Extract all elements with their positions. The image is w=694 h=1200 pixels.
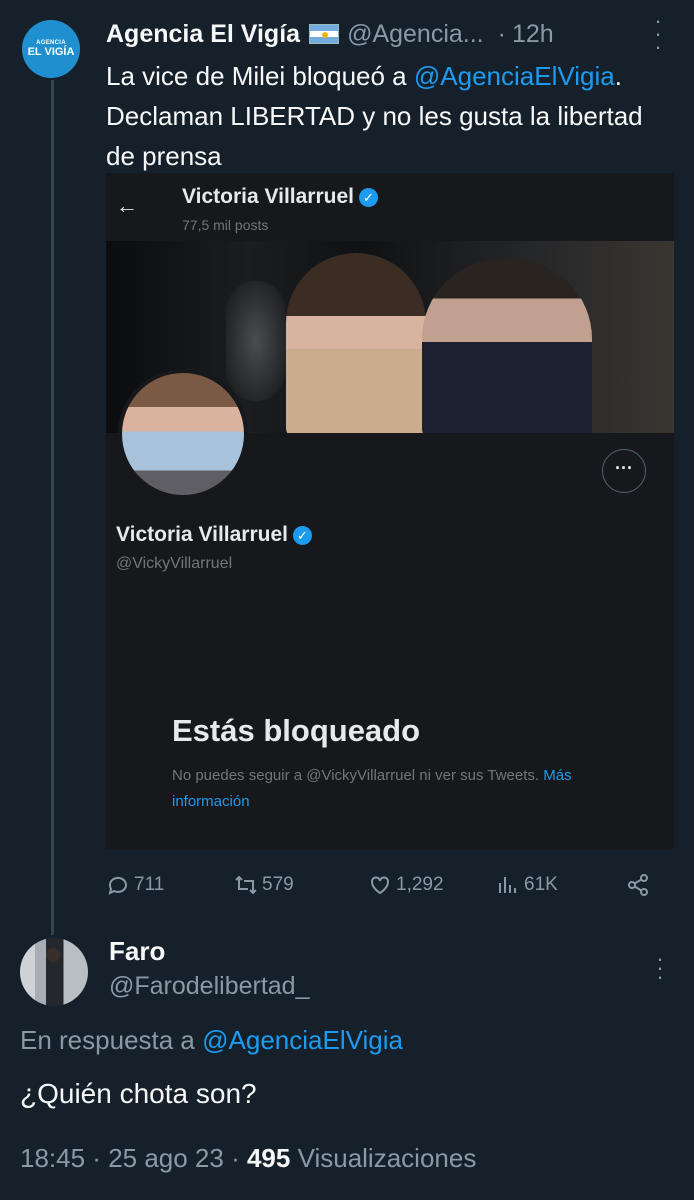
profile-avatar: [118, 369, 248, 499]
card-header-name: Victoria Villarruel ✓: [182, 185, 378, 209]
banner-background-light: [226, 281, 286, 401]
reply-views-count[interactable]: 495: [247, 1143, 290, 1173]
header-dot: ·: [497, 19, 506, 48]
in-reply-to: En respuesta a @AgenciaElVigia: [20, 1025, 403, 1056]
blocked-message-text: No puedes seguir a @VickyVillarruel ni v…: [172, 767, 544, 784]
meta-sep: ·: [85, 1143, 109, 1173]
reply-icon: [108, 876, 127, 895]
more-icon[interactable]: · · ·: [650, 948, 670, 988]
card-post-count: 77,5 mil posts: [182, 217, 269, 233]
in-reply-prefix: En respuesta a: [20, 1025, 203, 1055]
reply-author-handle[interactable]: @Farodelibertad_: [109, 972, 310, 1001]
tweet-text: La vice de Milei bloqueó a @AgenciaElVig…: [106, 56, 676, 176]
tweet-mention[interactable]: @AgenciaElVigia: [414, 61, 615, 91]
author-avatar[interactable]: AGENCIA EL VIGÍA: [22, 20, 80, 78]
retweet-action[interactable]: 579: [234, 868, 294, 902]
tweet-page: AGENCIA EL VIGÍA Agencia El Vigía @Agenc…: [0, 0, 694, 1200]
like-icon: [371, 876, 389, 895]
reply-meta: 18:45 · 25 ago 23 · 495 Visualizaciones: [20, 1143, 476, 1174]
more-icon[interactable]: · · ·: [648, 10, 668, 58]
reply-author-avatar[interactable]: [20, 938, 88, 1006]
reply-author-name[interactable]: Faro: [109, 936, 165, 967]
views-action[interactable]: 61K: [496, 868, 558, 902]
meta-sep: ·: [223, 1143, 247, 1173]
tweet-text-part1: La vice de Milei bloqueó a: [106, 61, 414, 91]
more-circle-icon: ···: [602, 449, 646, 493]
profile-handle: @VickyVillarruel: [116, 555, 233, 572]
in-reply-mention[interactable]: @AgenciaElVigia: [202, 1025, 403, 1055]
blocked-message: No puedes seguir a @VickyVillarruel ni v…: [172, 763, 602, 815]
views-count: 61K: [524, 874, 558, 895]
profile-name: Victoria Villarruel ✓: [116, 523, 312, 547]
back-arrow-icon: ←: [116, 193, 138, 218]
reply-date[interactable]: 25 ago 23: [108, 1143, 224, 1173]
reply-action[interactable]: 711: [106, 868, 164, 902]
tweet-media-card[interactable]: ← Victoria Villarruel ✓ 77,5 mil posts ·…: [106, 173, 674, 849]
reply-text: ¿Quién chota son?: [20, 1078, 257, 1109]
banner-person-right: [422, 259, 592, 433]
avatar-text-big: EL VIGÍA: [27, 46, 75, 58]
blocked-title: Estás bloqueado: [172, 713, 421, 748]
banner-person-left: [286, 253, 426, 433]
verified-badge-icon: ✓: [358, 187, 378, 207]
like-action[interactable]: 1,292: [368, 868, 444, 902]
views-icon: [499, 877, 516, 893]
share-action[interactable]: [626, 868, 650, 902]
share-icon: [628, 874, 648, 896]
tweet-header: Agencia El Vigía @Agencia... · 12h: [106, 18, 636, 50]
author-handle[interactable]: @Agencia...: [347, 20, 484, 49]
thread-line: [51, 80, 54, 935]
card-header-name-text: Victoria Villarruel: [182, 185, 354, 208]
author-name[interactable]: Agencia El Vigía: [106, 20, 300, 49]
retweet-count: 579: [262, 874, 294, 895]
tweet-actions: 711 579 1,292 61K: [106, 868, 666, 902]
argentina-flag-icon: [309, 24, 340, 44]
retweet-icon: [235, 875, 257, 895]
reply-count: 711: [134, 874, 165, 895]
reply-time[interactable]: 18:45: [20, 1143, 85, 1173]
verified-badge-icon: ✓: [292, 525, 312, 545]
reply-views-label: Visualizaciones: [290, 1143, 477, 1173]
profile-name-text: Victoria Villarruel: [116, 523, 288, 546]
like-count: 1,292: [396, 874, 444, 895]
tweet-time[interactable]: 12h: [512, 20, 554, 49]
